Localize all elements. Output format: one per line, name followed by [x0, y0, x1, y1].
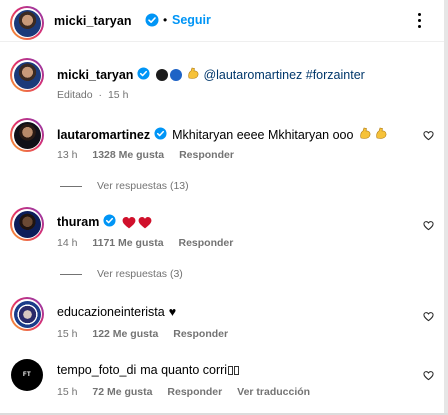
- more-options-button[interactable]: [404, 8, 434, 34]
- comment-likes[interactable]: 1328 Me gusta: [92, 149, 164, 161]
- comment-username[interactable]: tempo_foto_di: [57, 363, 136, 377]
- caption-text[interactable]: @lautaromartinez #forzainter: [203, 68, 364, 82]
- replies-divider: [60, 185, 82, 187]
- comment-username[interactable]: educazioneinterista: [57, 305, 165, 319]
- header-separator: •: [163, 13, 168, 27]
- comment-likes[interactable]: 72 Me gusta: [92, 386, 152, 398]
- comment-avatar[interactable]: [10, 118, 44, 152]
- view-replies-label[interactable]: Ver respuestas (13): [97, 180, 189, 192]
- comment-time: 15 h: [57, 328, 78, 340]
- comment-avatar[interactable]: FT: [11, 359, 43, 391]
- translate-button[interactable]: Ver traducción: [237, 386, 310, 398]
- comment-likes[interactable]: 1171 Me gusta: [92, 237, 163, 249]
- flexed-biceps-emoji-icon: [358, 126, 372, 143]
- comment-text: ♥: [168, 305, 177, 319]
- comment-time: 15 h: [57, 386, 78, 398]
- author-username[interactable]: micki_taryan: [54, 14, 132, 28]
- blue-circle-emoji-icon: [170, 68, 183, 81]
- like-heart-icon[interactable]: [423, 311, 434, 325]
- edited-label: Editado: [57, 89, 93, 101]
- caption-row: micki_taryan @lautaromartinez #forzainte…: [0, 58, 444, 106]
- verified-badge-icon: [137, 66, 150, 83]
- verified-badge-icon: [154, 126, 167, 143]
- comment-text: ma quanto corri: [140, 363, 228, 377]
- reply-button[interactable]: Responder: [179, 149, 234, 161]
- red-heart-emoji-icon: [122, 216, 136, 228]
- follow-button[interactable]: Seguir: [172, 13, 211, 27]
- like-heart-icon[interactable]: [423, 370, 434, 384]
- comment-meta: 15 h 122 Me gusta Responder: [57, 328, 240, 340]
- comment-avatar[interactable]: [10, 207, 44, 241]
- view-replies-button[interactable]: Ver respuestas (3): [60, 268, 183, 280]
- post-header: micki_taryan • Seguir: [0, 0, 444, 42]
- comment-meta: 15 h 72 Me gusta Responder Ver traducció…: [57, 386, 322, 398]
- comment-text: [122, 216, 152, 229]
- comment-time: 13 h: [57, 149, 78, 161]
- reply-button[interactable]: Responder: [167, 386, 222, 398]
- comment-row: lautaromartinez Mkhitaryan eeee Mkhitary…: [0, 118, 444, 162]
- comment-meta: 13 h 1328 Me gusta Responder: [57, 149, 246, 161]
- more-horizontal-icon: [418, 13, 421, 16]
- comment-meta: 14 h 1171 Me gusta Responder: [57, 237, 245, 249]
- comment-username[interactable]: lautaromartinez: [57, 128, 150, 142]
- comment-text: Mkhitaryan eeee Mkhitaryan ooo: [172, 127, 354, 142]
- comment-time: 14 h: [57, 237, 78, 249]
- author-avatar[interactable]: [10, 6, 44, 40]
- comment-row: thuram 14 h 1171 Me gusta Responder: [0, 207, 444, 251]
- verified-badge-icon: [103, 214, 116, 230]
- meta-separator: ·: [98, 89, 103, 101]
- instagram-post-panel: micki_taryan • Seguir micki_taryan @laut…: [0, 0, 448, 415]
- comment-likes[interactable]: 122 Me gusta: [92, 328, 158, 340]
- caption-meta: Editado · 15 h: [57, 89, 140, 101]
- comment-username[interactable]: thuram: [57, 215, 99, 229]
- black-circle-emoji-icon: [156, 68, 169, 81]
- red-heart-emoji-icon: [138, 216, 152, 228]
- like-heart-icon[interactable]: [423, 220, 434, 234]
- caption-time: 15 h: [107, 89, 129, 101]
- view-replies-button[interactable]: Ver respuestas (13): [60, 180, 189, 192]
- comment-row: FT tempo_foto_di ma quanto corri 15 h 72…: [0, 358, 444, 402]
- replies-divider: [60, 273, 82, 275]
- reply-button[interactable]: Responder: [173, 328, 228, 340]
- comment-avatar[interactable]: [10, 297, 44, 331]
- avatar-initials: FT: [23, 372, 31, 378]
- caption-avatar[interactable]: [10, 58, 44, 92]
- view-replies-label[interactable]: Ver respuestas (3): [97, 268, 183, 280]
- comment-row: educazioneinterista ♥ 15 h 122 Me gusta …: [0, 297, 444, 341]
- like-heart-icon[interactable]: [423, 130, 434, 144]
- flexed-biceps-emoji-icon: [186, 66, 200, 83]
- missing-glyph-icon: [228, 365, 240, 375]
- verified-badge-icon: [145, 13, 159, 30]
- flexed-biceps-emoji-icon: [374, 126, 388, 143]
- caption-username[interactable]: micki_taryan: [57, 68, 133, 82]
- reply-button[interactable]: Responder: [178, 237, 233, 249]
- scrollbar-track[interactable]: [444, 0, 448, 415]
